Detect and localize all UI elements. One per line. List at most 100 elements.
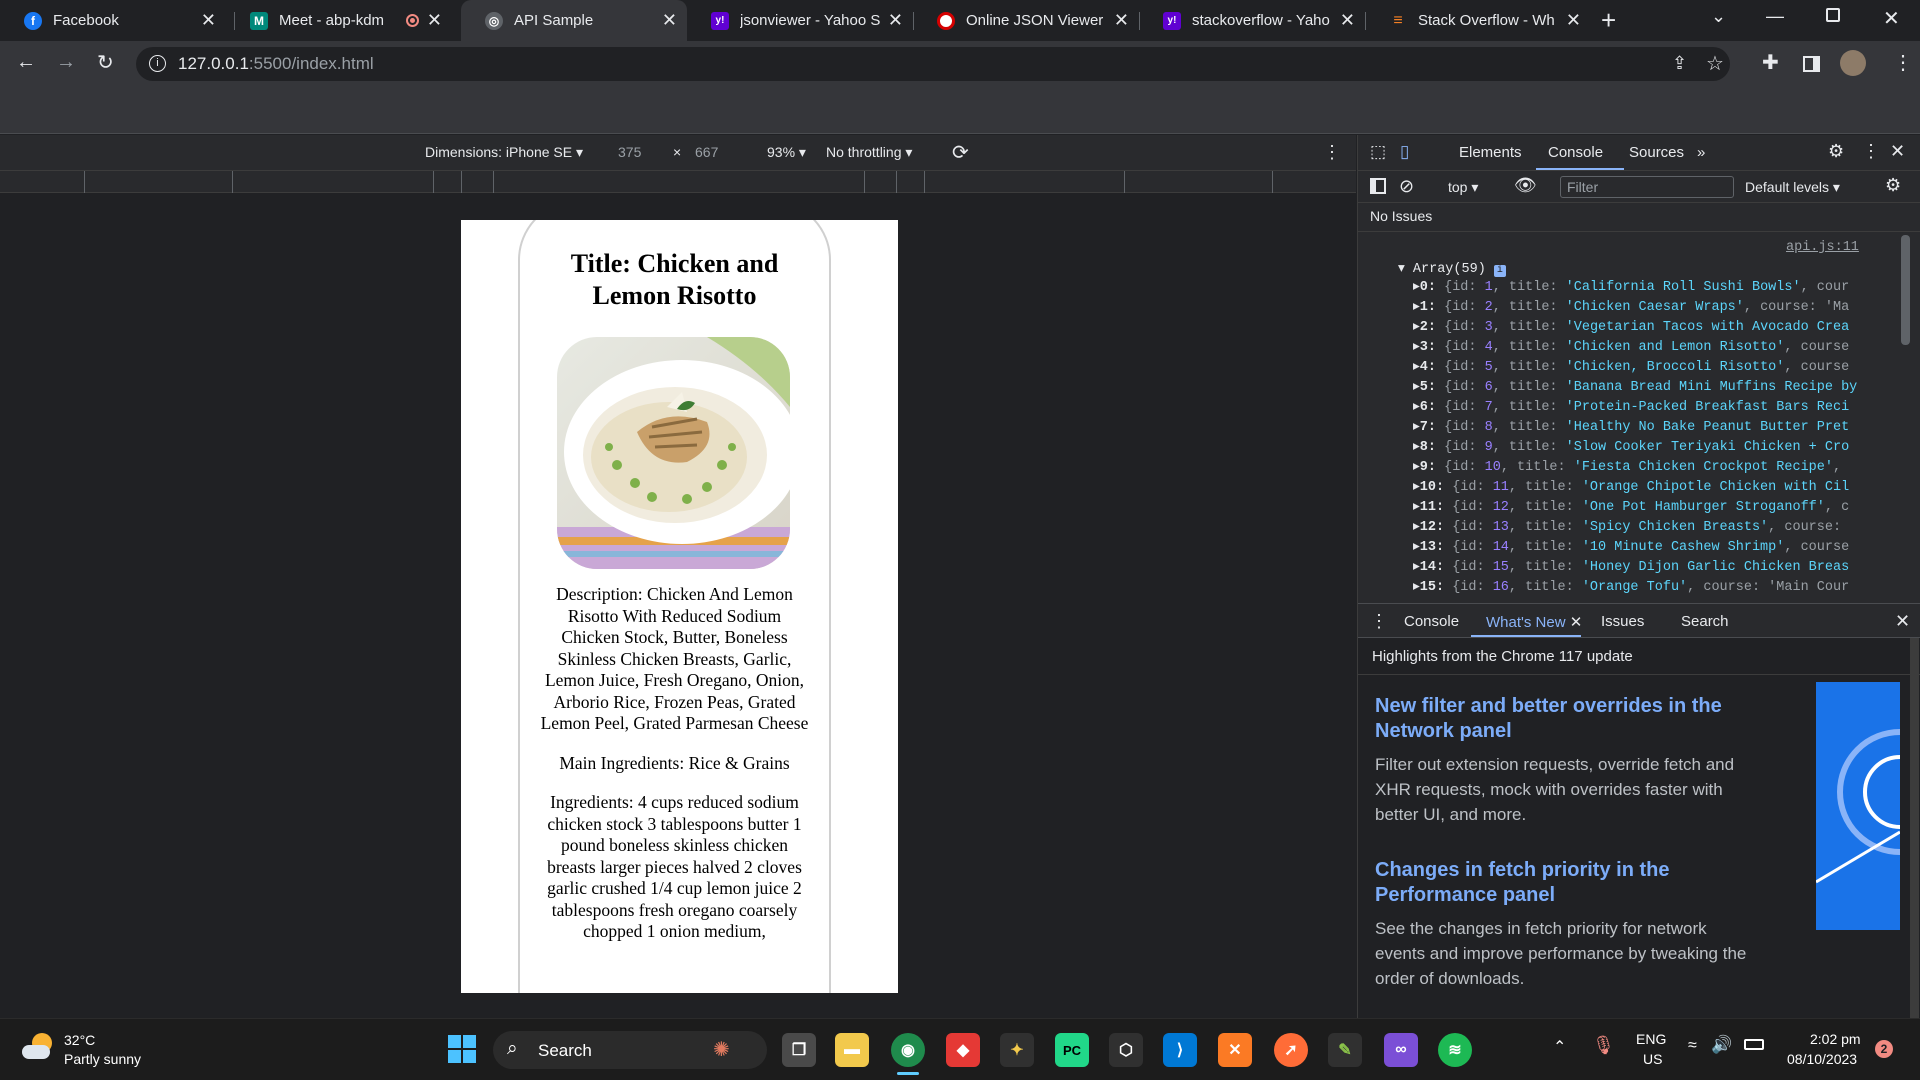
share-icon[interactable]: ⇪ [1672, 53, 1687, 74]
close-icon[interactable]: ✕ [888, 10, 903, 31]
console-array-row[interactable]: ▸13: {id: 14, title: '10 Minute Cashew S… [1413, 538, 1920, 558]
news-heading-link[interactable]: New filter and better overrides in the N… [1375, 694, 1759, 744]
console-array-row[interactable]: ▸7: {id: 8, title: 'Healthy No Bake Pean… [1413, 418, 1920, 438]
expand-triangle-icon[interactable]: ▸ [1413, 420, 1420, 435]
tab-elements[interactable]: Elements [1459, 144, 1522, 161]
device-dimensions-select[interactable]: Dimensions: iPhone SE ▾ [425, 144, 583, 161]
close-icon[interactable]: ✕ [1340, 10, 1355, 31]
console-array-row[interactable]: ▸9: {id: 10, title: 'Fiesta Chicken Croc… [1413, 458, 1920, 478]
expand-triangle-icon[interactable]: ▸ [1413, 580, 1420, 595]
sidebar-toggle-icon[interactable] [1370, 178, 1386, 194]
expand-triangle-icon[interactable]: ▸ [1413, 400, 1420, 415]
dev-tool-icon[interactable]: ✎ [1328, 1033, 1362, 1067]
expand-triangle-icon[interactable]: ▸ [1413, 460, 1420, 475]
devtools-close-icon[interactable]: ✕ [1890, 141, 1905, 162]
console-scrollbar[interactable] [1901, 235, 1910, 345]
drawer-tab-issues[interactable]: Issues [1601, 613, 1644, 630]
console-array-row[interactable]: ▸0: {id: 1, title: 'California Roll Sush… [1413, 278, 1920, 298]
microphone-icon[interactable]: 🎙 [1592, 1035, 1615, 1056]
expand-triangle-icon[interactable]: ▸ [1413, 520, 1420, 535]
back-arrow-icon[interactable]: ← [16, 51, 36, 74]
expand-triangle-icon[interactable]: ▸ [1413, 380, 1420, 395]
drawer-kebab-icon[interactable]: ⋮ [1370, 611, 1388, 632]
source-link[interactable]: api.js:11 [1786, 240, 1859, 255]
anydesk-icon[interactable]: ◆ [946, 1033, 980, 1067]
console-array-row[interactable]: ▸6: {id: 7, title: 'Protein-Packed Break… [1413, 398, 1920, 418]
news-heading-link[interactable]: Changes in fetch priority in the Perform… [1375, 858, 1759, 908]
emulated-device-screen[interactable]: Title: Chicken and Lemon Risotto Descrip… [461, 220, 898, 993]
drawer-tab-console[interactable]: Console [1404, 613, 1459, 630]
console-array-row[interactable]: ▸2: {id: 3, title: 'Vegetarian Tacos wit… [1413, 318, 1920, 338]
windows-start-icon[interactable] [448, 1035, 476, 1063]
clock-date[interactable]: 08/10/2023 [1787, 1051, 1857, 1067]
visual-studio-icon[interactable]: ∞ [1384, 1033, 1418, 1067]
chrome-icon[interactable]: ◉ [891, 1033, 925, 1067]
tray-chevron-icon[interactable]: ⌃ [1553, 1037, 1566, 1057]
console-array-row[interactable]: ▸12: {id: 13, title: 'Spicy Chicken Brea… [1413, 518, 1920, 538]
close-icon[interactable]: ✕ [201, 10, 216, 31]
expand-triangle-icon[interactable]: ▸ [1413, 340, 1420, 355]
tab-console[interactable]: Console [1548, 144, 1603, 161]
maximize-button[interactable] [1826, 8, 1840, 22]
eye-icon[interactable]: 👁 [1514, 175, 1537, 196]
vscode-icon[interactable]: ⟩ [1163, 1033, 1197, 1067]
forward-arrow-icon[interactable]: → [56, 51, 76, 74]
console-array-row[interactable]: ▸8: {id: 9, title: 'Slow Cooker Teriyaki… [1413, 438, 1920, 458]
context-select[interactable]: top ▾ [1448, 179, 1478, 196]
battery-icon[interactable] [1744, 1039, 1764, 1050]
console-array-row[interactable]: ▸15: {id: 16, title: 'Orange Tofu', cour… [1413, 578, 1920, 598]
reload-icon[interactable]: ↻ [97, 50, 114, 75]
drawer-scrollbar[interactable] [1910, 638, 1919, 1019]
bookmark-star-icon[interactable]: ☆ [1706, 51, 1724, 76]
tab-jsonviewer-yahoo[interactable]: y! jsonviewer - Yahoo S ✕ [687, 0, 913, 41]
more-tabs-chevron-icon[interactable]: » [1697, 144, 1705, 161]
virtualbox-icon[interactable]: ⬡ [1109, 1033, 1143, 1067]
git-kraken-icon[interactable]: ✦ [1000, 1033, 1034, 1067]
log-levels-select[interactable]: Default levels ▾ [1745, 179, 1840, 196]
console-array-row[interactable]: ▸11: {id: 12, title: 'One Pot Hamburger … [1413, 498, 1920, 518]
weather-icon[interactable] [22, 1033, 56, 1063]
device-options-kebab-icon[interactable]: ⋮ [1323, 142, 1341, 163]
language-code[interactable]: ENG [1636, 1031, 1666, 1047]
weather-temp[interactable]: 32°C [64, 1032, 95, 1048]
window-close-button[interactable]: ✕ [1883, 6, 1900, 31]
tab-sources[interactable]: Sources [1629, 144, 1684, 161]
side-panel-icon[interactable] [1803, 56, 1820, 72]
weather-desc[interactable]: Partly sunny [64, 1051, 141, 1067]
expand-triangle-icon[interactable]: ▸ [1413, 480, 1420, 495]
console-array-row[interactable]: ▸5: {id: 6, title: 'Banana Bread Mini Mu… [1413, 378, 1920, 398]
expand-triangle-icon[interactable]: ▸ [1413, 540, 1420, 555]
drawer-close-icon[interactable]: ✕ [1895, 611, 1910, 632]
device-width-input[interactable]: 375 [618, 144, 641, 160]
region-code[interactable]: US [1643, 1051, 1662, 1067]
tab-online-json-viewer[interactable]: Online JSON Viewer ✕ [913, 0, 1139, 41]
console-array-row[interactable]: ▸3: {id: 4, title: 'Chicken and Lemon Ri… [1413, 338, 1920, 358]
address-bar[interactable]: i 127.0.0.1:5500/index.html ⇪ ☆ [136, 47, 1730, 81]
tab-stackoverflow-yahoo[interactable]: y! stackoverflow - Yaho ✕ [1139, 0, 1365, 41]
notification-badge[interactable]: 2 [1875, 1040, 1893, 1058]
expand-triangle-icon[interactable]: ▸ [1413, 300, 1420, 315]
zoom-select[interactable]: 93% ▾ [767, 144, 806, 161]
inspect-element-icon[interactable]: ⬚ [1370, 142, 1386, 162]
tab-stack-overflow[interactable]: ≡ Stack Overflow - Wh ✕ [1365, 0, 1591, 41]
device-height-input[interactable]: 667 [695, 144, 718, 160]
task-view-icon[interactable]: ❐ [782, 1033, 816, 1067]
tab-facebook[interactable]: f Facebook ✕ [0, 0, 226, 41]
postman-icon[interactable]: ➚ [1274, 1033, 1308, 1067]
avatar[interactable] [1840, 50, 1866, 76]
clock-time[interactable]: 2:02 pm [1810, 1031, 1861, 1047]
expand-triangle-icon[interactable]: ▸ [1413, 280, 1420, 295]
taskbar-search-box[interactable]: ⌕ Search ✺ [493, 1031, 767, 1069]
console-settings-gear-icon[interactable]: ⚙ [1885, 175, 1901, 196]
expand-triangle-icon[interactable]: ▸ [1413, 560, 1420, 575]
xampp-icon[interactable]: ✕ [1218, 1033, 1252, 1067]
drawer-tab-search[interactable]: Search [1681, 613, 1729, 630]
close-icon[interactable]: ✕ [1114, 10, 1129, 31]
expand-triangle-icon[interactable]: ▸ [1413, 500, 1420, 515]
throttling-select[interactable]: No throttling ▾ [826, 144, 912, 161]
tab-meet[interactable]: M Meet - abp-kdm ✕ [226, 0, 452, 41]
array-expander[interactable]: ▾ Array(59) i [1398, 260, 1506, 277]
close-icon[interactable]: ✕ [427, 10, 442, 31]
tab-api-sample[interactable]: ◎ API Sample ✕ [461, 0, 687, 41]
tab-search-chevron-icon[interactable]: ⌄ [1711, 6, 1726, 27]
